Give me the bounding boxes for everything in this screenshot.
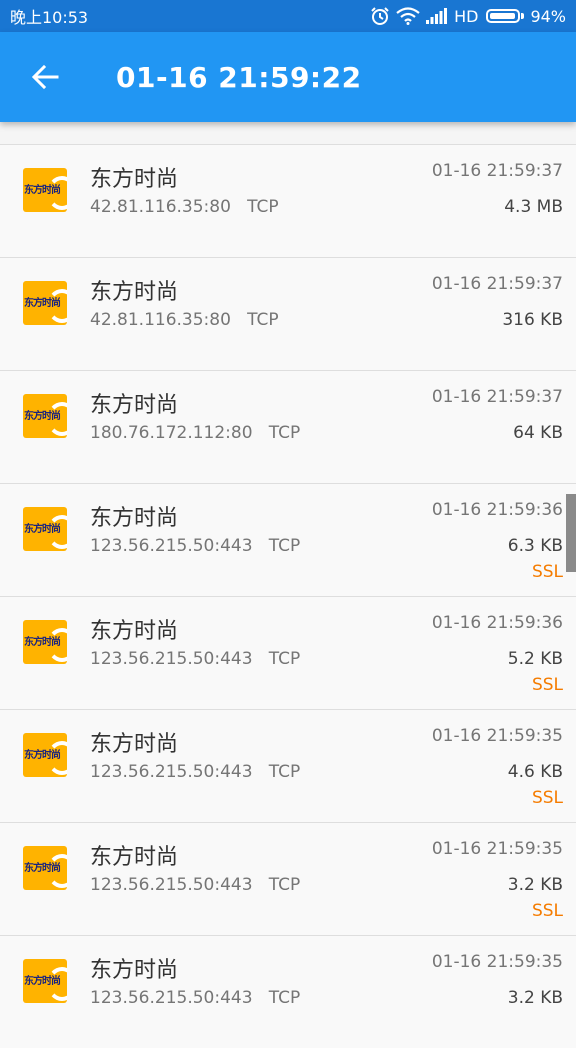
connection-address: 123.56.215.50:443 TCP: [90, 536, 301, 556]
page-title: 01-16 21:59:22: [116, 60, 362, 94]
signal-icon: [426, 8, 448, 24]
logo-swirl: [47, 628, 67, 662]
ssl-badge: SSL: [531, 675, 563, 695]
data-size: 3.2 KB: [507, 988, 563, 1008]
connection-time: 01-16 21:59:37: [431, 274, 563, 294]
status-icons: HD 94%: [370, 6, 566, 26]
app-logo-icon: 东方时尚: [23, 959, 67, 1003]
connection-row[interactable]: 东方时尚 东方时尚 42.81.116.35:80 TCP 01-16 21:5…: [0, 257, 576, 370]
app-logo-icon: 东方时尚: [23, 281, 67, 325]
connection-row[interactable]: 东方时尚 东方时尚 123.56.215.50:443 TCP 01-16 21…: [0, 822, 576, 935]
data-size: 316 KB: [502, 310, 563, 330]
logo-swirl: [47, 515, 67, 549]
logo-swirl: [47, 289, 67, 323]
data-size: 3.2 KB: [507, 875, 563, 895]
network-type: HD: [454, 6, 479, 26]
data-size: 64 KB: [513, 423, 563, 443]
connection-row[interactable]: 东方时尚 东方时尚 123.56.215.50:443 TCP 01-16 21…: [0, 709, 576, 822]
battery-icon: [486, 9, 521, 23]
connection-time: 01-16 21:59:36: [431, 500, 563, 520]
connection-address: 42.81.116.35:80 TCP: [90, 197, 279, 217]
connection-row[interactable]: 东方时尚 东方时尚 123.56.215.50:443 TCP 01-16 21…: [0, 483, 576, 596]
connection-address: 123.56.215.50:443 TCP: [90, 762, 301, 782]
ssl-badge: SSL: [531, 901, 563, 921]
connection-time: 01-16 21:59:37: [431, 161, 563, 181]
app-logo-icon: 东方时尚: [23, 168, 67, 212]
connection-address: 123.56.215.50:443 TCP: [90, 649, 301, 669]
app-logo-icon: 东方时尚: [23, 733, 67, 777]
battery-level: 94%: [530, 6, 566, 26]
app-name: 东方时尚: [90, 506, 179, 531]
scrollbar[interactable]: [566, 494, 576, 572]
logo-swirl: [47, 176, 67, 210]
ssl-badge: SSL: [531, 562, 563, 582]
logo-swirl: [47, 402, 67, 436]
data-size: 5.2 KB: [507, 649, 563, 669]
status-time: 晚上10:53: [10, 8, 89, 27]
connection-time: 01-16 21:59:35: [431, 839, 563, 859]
connection-address: 123.56.215.50:443 TCP: [90, 988, 301, 1008]
connection-row[interactable]: 东方时尚 东方时尚 42.81.116.35:80 TCP 01-16 21:5…: [0, 144, 576, 257]
connection-time: 01-16 21:59:37: [431, 387, 563, 407]
logo-swirl: [47, 854, 67, 888]
status-bar: 晚上10:53 HD 94%: [0, 0, 576, 32]
logo-swirl: [47, 967, 67, 1001]
connection-address: 180.76.172.112:80 TCP: [90, 423, 301, 443]
battery-tip: [521, 13, 525, 19]
connection-row[interactable]: 东方时尚 东方时尚 180.76.172.112:80 TCP 01-16 21…: [0, 370, 576, 483]
app-name: 东方时尚: [90, 619, 179, 644]
data-size: 4.3 MB: [504, 197, 563, 217]
connection-address: 123.56.215.50:443 TCP: [90, 875, 301, 895]
app-name: 东方时尚: [90, 958, 179, 983]
connection-row[interactable]: 东方时尚 东方时尚 123.56.215.50:443 TCP 01-16 21…: [0, 935, 576, 1048]
app-name: 东方时尚: [90, 393, 179, 418]
app-name: 东方时尚: [90, 280, 179, 305]
app-bar: 01-16 21:59:22: [0, 32, 576, 122]
connection-time: 01-16 21:59:35: [431, 726, 563, 746]
app-name: 东方时尚: [90, 845, 179, 870]
app-logo-icon: 东方时尚: [23, 394, 67, 438]
back-arrow-icon: [31, 64, 59, 90]
connection-row[interactable]: 东方时尚 东方时尚 123.56.215.50:443 TCP 01-16 21…: [0, 596, 576, 709]
app-name: 东方时尚: [90, 732, 179, 757]
app-logo-icon: 东方时尚: [23, 620, 67, 664]
ssl-badge: SSL: [531, 788, 563, 808]
data-size: 4.6 KB: [507, 762, 563, 782]
alarm-icon: [371, 7, 389, 25]
connection-address: 42.81.116.35:80 TCP: [90, 310, 279, 330]
app-logo-icon: 东方时尚: [23, 507, 67, 551]
app-logo-icon: 东方时尚: [23, 846, 67, 890]
connection-time: 01-16 21:59:36: [431, 613, 563, 633]
wifi-icon: [396, 7, 420, 25]
logo-swirl: [47, 741, 67, 775]
app-name: 东方时尚: [90, 167, 179, 192]
connection-time: 01-16 21:59:35: [431, 952, 563, 972]
connection-list: 东方时尚 东方时尚 42.81.116.35:80 TCP 01-16 21:5…: [0, 144, 576, 1048]
back-button[interactable]: [0, 32, 90, 122]
data-size: 6.3 KB: [507, 536, 563, 556]
